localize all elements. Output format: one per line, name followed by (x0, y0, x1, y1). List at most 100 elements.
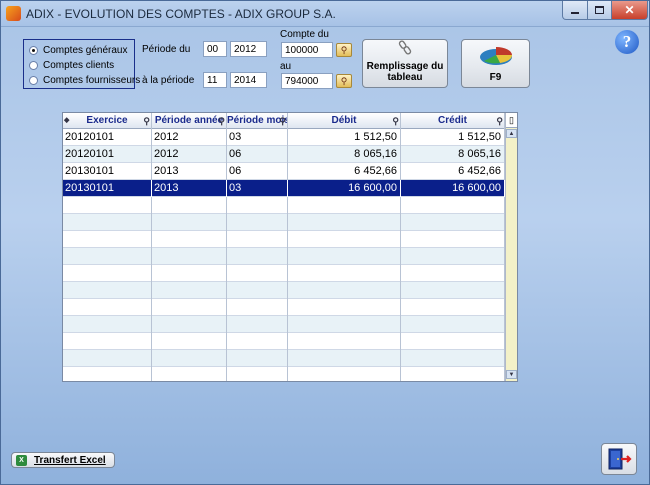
search-icon[interactable]: ⚲ (496, 114, 503, 129)
table-row-empty[interactable] (63, 299, 505, 316)
period-to-month-input[interactable]: 11 (203, 72, 227, 88)
table-cell[interactable] (227, 197, 288, 214)
table-cell[interactable] (401, 248, 505, 265)
period-to-year-input[interactable]: 2014 (230, 72, 267, 88)
table-row[interactable]: 20120101 2012 06 8 065,16 8 065,16 (63, 146, 505, 163)
table-cell[interactable] (401, 282, 505, 299)
table-cell[interactable] (63, 350, 152, 367)
table-cell[interactable] (401, 367, 505, 381)
fill-table-button[interactable]: Remplissage du tableau (362, 39, 448, 88)
table-cell[interactable] (152, 248, 227, 265)
minimize-button[interactable] (562, 1, 588, 20)
table-cell[interactable] (152, 197, 227, 214)
table-cell[interactable] (401, 231, 505, 248)
period-from-month-input[interactable]: 00 (203, 41, 227, 57)
table-cell[interactable] (63, 316, 152, 333)
table-cell[interactable]: 2013 (152, 180, 227, 197)
table-cell[interactable] (227, 350, 288, 367)
table-cell[interactable] (227, 316, 288, 333)
radio-icon[interactable] (29, 60, 38, 70)
search-icon[interactable]: ⚲ (279, 114, 286, 129)
table-cell[interactable]: 8 065,16 (288, 146, 401, 163)
table-cell[interactable]: 03 (227, 180, 288, 197)
title-bar[interactable]: ADIX - EVOLUTION DES COMPTES - ADIX GROU… (1, 1, 649, 27)
table-cell[interactable] (63, 265, 152, 282)
table-cell[interactable] (227, 265, 288, 282)
table-cell[interactable] (227, 282, 288, 299)
table-row-empty[interactable] (63, 316, 505, 333)
search-icon[interactable]: ⚲ (218, 114, 225, 129)
column-header-periode-annee[interactable]: Période année ⚲ (152, 113, 227, 129)
table-row-empty[interactable] (63, 248, 505, 265)
table-cell[interactable]: 20130101 (63, 180, 152, 197)
table-cell[interactable] (63, 214, 152, 231)
period-from-year-input[interactable]: 2012 (230, 41, 267, 57)
table-cell[interactable]: 1 512,50 (401, 129, 505, 146)
table-cell[interactable]: 2012 (152, 146, 227, 163)
table-row-empty[interactable] (63, 282, 505, 299)
sort-icon[interactable]: ◆ (64, 113, 69, 128)
account-to-lookup-button[interactable]: ⚲ (336, 74, 352, 88)
table-cell[interactable] (227, 299, 288, 316)
table-cell[interactable] (152, 299, 227, 316)
table-cell[interactable] (227, 333, 288, 350)
table-cell[interactable] (63, 333, 152, 350)
excel-export-button[interactable]: X Transfert Excel (11, 452, 115, 468)
table-cell[interactable] (63, 231, 152, 248)
table-cell[interactable] (63, 367, 152, 381)
table-cell[interactable] (227, 248, 288, 265)
table-cell[interactable] (288, 231, 401, 248)
table-cell[interactable]: 20120101 (63, 129, 152, 146)
table-cell[interactable] (401, 214, 505, 231)
radio-comptes-fournisseurs[interactable]: Comptes fournisseurs (29, 73, 140, 87)
search-icon[interactable]: ⚲ (143, 114, 150, 129)
table-cell[interactable] (288, 282, 401, 299)
table-cell[interactable] (152, 214, 227, 231)
search-icon[interactable]: ⚲ (392, 114, 399, 129)
table-row[interactable]: 20130101 2013 03 16 600,00 16 600,00 (63, 180, 505, 197)
column-picker-icon[interactable]: ▯ (506, 113, 517, 128)
vertical-scrollbar[interactable]: ▯ ▲ ▼ (505, 113, 517, 381)
table-cell[interactable]: 6 452,66 (401, 163, 505, 180)
table-cell[interactable] (63, 248, 152, 265)
table-cell[interactable]: 6 452,66 (288, 163, 401, 180)
table-row-empty[interactable] (63, 265, 505, 282)
table-row-empty[interactable] (63, 367, 505, 381)
account-from-lookup-button[interactable]: ⚲ (336, 43, 352, 57)
table-cell[interactable]: 1 512,50 (288, 129, 401, 146)
column-header-credit[interactable]: Crédit ⚲ (401, 113, 505, 129)
close-button[interactable]: ✕ (611, 1, 648, 20)
radio-comptes-generaux[interactable]: Comptes généraux (29, 43, 128, 57)
table-cell[interactable] (152, 316, 227, 333)
table-cell[interactable] (401, 333, 505, 350)
column-header-periode-mois[interactable]: Période mois ⚲ (227, 113, 288, 129)
table-row-empty[interactable] (63, 231, 505, 248)
table-row-empty[interactable] (63, 197, 505, 214)
table-cell[interactable] (152, 265, 227, 282)
table-cell[interactable] (63, 299, 152, 316)
table-cell[interactable] (288, 214, 401, 231)
table-cell[interactable] (152, 282, 227, 299)
account-to-input[interactable]: 794000 (281, 73, 333, 89)
account-from-input[interactable]: 100000 (281, 42, 333, 58)
table-cell[interactable] (227, 214, 288, 231)
maximize-button[interactable] (587, 1, 612, 20)
table-cell[interactable] (401, 265, 505, 282)
table-cell[interactable] (152, 367, 227, 381)
table-cell[interactable] (152, 333, 227, 350)
table-cell[interactable] (152, 231, 227, 248)
table-cell[interactable] (288, 350, 401, 367)
scroll-up-arrow-icon[interactable]: ▲ (506, 129, 517, 138)
table-row-empty[interactable] (63, 214, 505, 231)
table-cell[interactable] (401, 299, 505, 316)
exit-button[interactable] (601, 443, 637, 475)
radio-selected-icon[interactable] (29, 45, 38, 55)
table-row[interactable]: 20120101 2012 03 1 512,50 1 512,50 (63, 129, 505, 146)
f9-chart-button[interactable]: F9 (461, 39, 530, 88)
scroll-down-arrow-icon[interactable]: ▼ (506, 370, 517, 379)
radio-icon[interactable] (29, 75, 38, 85)
help-icon[interactable]: ? (615, 30, 639, 54)
table-cell[interactable] (227, 231, 288, 248)
table-cell[interactable]: 20120101 (63, 146, 152, 163)
table-cell[interactable]: 06 (227, 163, 288, 180)
